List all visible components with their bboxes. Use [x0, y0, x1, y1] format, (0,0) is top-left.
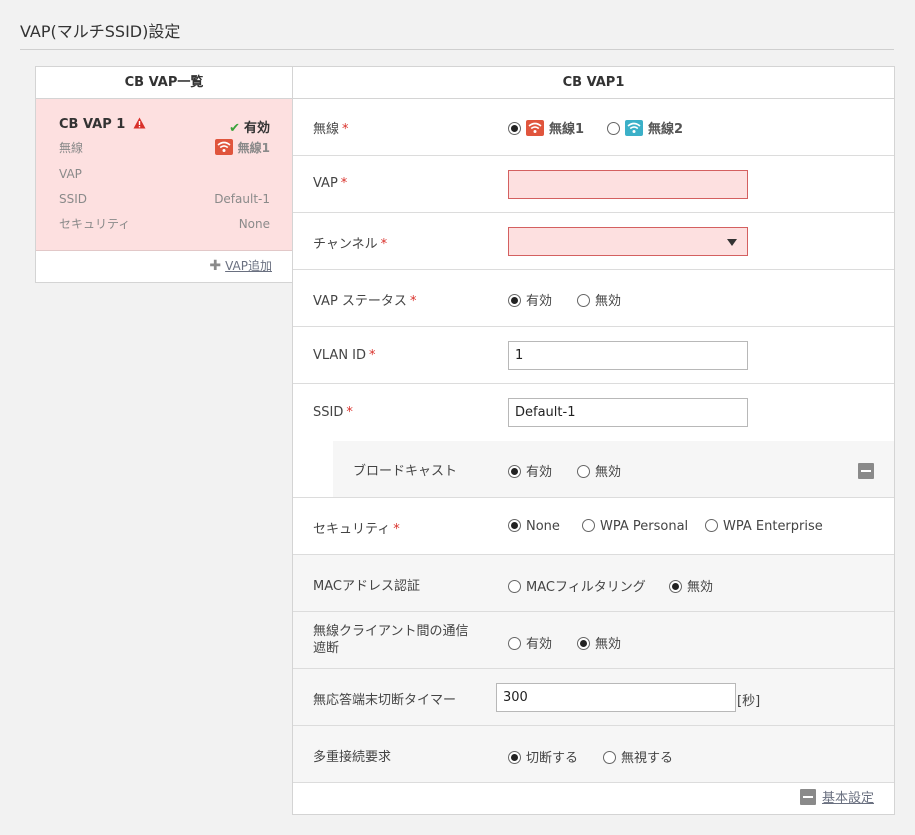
timeout-input[interactable]	[496, 683, 736, 712]
timeout-unit: [秒]	[737, 694, 761, 709]
channel-select[interactable]	[508, 227, 748, 256]
wireless-label: 無線 *	[313, 122, 349, 137]
collapse-icon[interactable]	[858, 463, 874, 479]
row-wireless: 無線 * 無線1 無線2	[293, 99, 894, 156]
broadcast-disabled-radio[interactable]: 無効	[577, 461, 621, 480]
vlan-id-label: VLAN ID *	[313, 348, 376, 363]
isolation-enabled-radio[interactable]: 有効	[508, 633, 552, 652]
security-none-radio[interactable]: None	[508, 519, 560, 534]
page-title: VAP(マルチSSID)設定	[20, 22, 181, 41]
mac-auth-disabled-radio[interactable]: 無効	[669, 576, 713, 595]
vap-item-security-label: セキュリティ	[59, 217, 131, 231]
row-vap: VAP *	[293, 156, 894, 213]
vap-item-name: CB VAP 1	[59, 117, 146, 132]
multi-conn-disconnect-radio[interactable]: 切断する	[508, 747, 578, 766]
add-vap-button[interactable]: ✚ VAP追加	[209, 257, 272, 274]
security-wpa-personal-radio[interactable]: WPA Personal	[582, 519, 688, 534]
isolation-disabled-radio[interactable]: 無効	[577, 633, 621, 652]
vap-item-security-value: None	[238, 217, 270, 231]
wireless2-radio[interactable]: 無線2	[607, 118, 683, 137]
title-divider	[20, 49, 894, 50]
multi-conn-label: 多重接続要求	[313, 750, 392, 765]
client-isolation-label: 無線クライアント間の通信 遮断	[313, 624, 469, 656]
timeout-label: 無応答端末切断タイマー	[313, 693, 457, 708]
vap-item-vap-label: VAP	[59, 167, 82, 181]
vap-item-status: ✔ 有効	[229, 121, 270, 136]
row-channel: チャンネル *	[293, 213, 894, 270]
plus-icon: ✚	[209, 258, 222, 274]
wireless1-radio[interactable]: 無線1	[508, 118, 584, 137]
security-wpa-enterprise-radio[interactable]: WPA Enterprise	[705, 519, 823, 534]
vap-label: VAP *	[313, 176, 348, 191]
multi-conn-ignore-radio[interactable]: 無視する	[603, 747, 673, 766]
wifi-icon	[214, 139, 233, 155]
security-label: セキュリティ *	[313, 522, 400, 537]
vap-item-wireless-value: 無線1	[214, 139, 270, 156]
broadcast-label: ブロードキャスト	[353, 464, 458, 479]
collapse-icon	[799, 789, 816, 805]
vap-input[interactable]	[508, 170, 748, 199]
vlan-id-input[interactable]	[508, 341, 748, 370]
vap-form-panel: CB VAP1 無線 * 無線1 無線2 VAP * チャンネル * VAP ステータ…	[292, 66, 895, 815]
vap-form-header: CB VAP1	[293, 67, 894, 99]
row-ssid: SSID* ブロードキャスト 有効 無効	[293, 384, 894, 498]
wifi-icon	[625, 120, 643, 136]
vap-status-label: VAP ステータス *	[313, 294, 417, 309]
broadcast-subrow: ブロードキャスト 有効 無効	[333, 441, 894, 497]
check-icon: ✔	[229, 121, 240, 136]
vap-list-item[interactable]: CB VAP 1 ✔ 有効 無線 無線1 VAP SSID Default-1 セ…	[36, 99, 292, 251]
row-client-isolation: 無線クライアント間の通信 遮断 有効 無効	[293, 612, 894, 669]
row-vap-status: VAP ステータス * 有効 無効	[293, 270, 894, 327]
ssid-input[interactable]	[508, 398, 748, 427]
vap-status-enabled-radio[interactable]: 有効	[508, 290, 552, 309]
mac-auth-label: MACアドレス認証	[313, 579, 420, 594]
basic-settings-button[interactable]: 基本設定	[799, 787, 874, 806]
broadcast-enabled-radio[interactable]: 有効	[508, 461, 552, 480]
mac-filtering-radio[interactable]: MACフィルタリング	[508, 576, 646, 595]
row-mac-auth: MACアドレス認証 MACフィルタリング 無効	[293, 555, 894, 612]
wifi-icon	[526, 120, 544, 136]
row-vlan-id: VLAN ID *	[293, 327, 894, 384]
vap-list-panel: CB VAP一覧 CB VAP 1 ✔ 有効 無線 無線1 VAP SSID De…	[35, 66, 293, 283]
channel-label: チャンネル *	[313, 237, 388, 252]
vap-list-header: CB VAP一覧	[36, 67, 292, 99]
vap-status-disabled-radio[interactable]: 無効	[577, 290, 621, 309]
ssid-label: SSID *	[313, 405, 353, 420]
vap-item-ssid-value: Default-1	[214, 192, 270, 206]
row-timeout: 無応答端末切断タイマー [秒]	[293, 669, 894, 726]
warning-icon	[133, 117, 146, 129]
row-multi-conn: 多重接続要求 切断する 無視する	[293, 726, 894, 783]
chevron-down-icon	[727, 239, 737, 246]
vap-item-ssid-label: SSID	[59, 192, 88, 206]
vap-item-wireless-label: 無線	[59, 141, 84, 155]
row-security: セキュリティ * None WPA Personal WPA Enterprise	[293, 498, 894, 555]
